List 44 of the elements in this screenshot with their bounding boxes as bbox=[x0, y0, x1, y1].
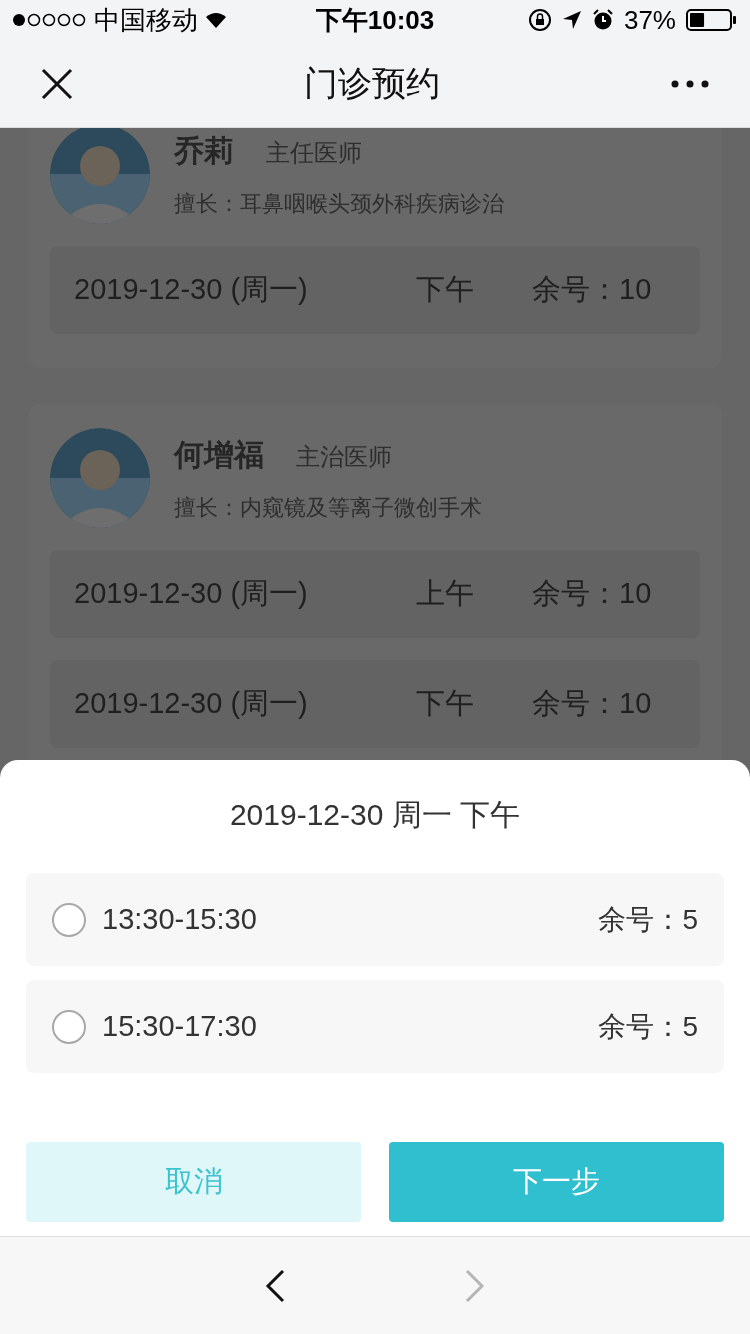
sheet-heading: 2019-12-30 周一 下午 bbox=[229, 797, 521, 833]
slot-date: 2019-12-30 (周一) bbox=[74, 272, 309, 308]
close-button[interactable] bbox=[40, 66, 74, 101]
schedule-row[interactable]: 2019-12-30 (周一) 下午 余号：10 bbox=[50, 660, 700, 748]
time-range: 13:30-15:30 bbox=[102, 901, 258, 937]
cancel-button[interactable]: 取消 bbox=[26, 1142, 361, 1222]
slot-date: 2019-12-30 (周一) bbox=[74, 576, 309, 612]
next-step-button[interactable]: 下一步 bbox=[389, 1142, 724, 1222]
doctor-specialty: 擅长：耳鼻咽喉头颈外科疾病诊治 bbox=[174, 190, 504, 218]
close-icon bbox=[41, 67, 73, 100]
battery-percent: 37% bbox=[623, 3, 676, 37]
time-option[interactable]: 15:30-17:30 余号：5 bbox=[26, 980, 724, 1073]
slot-remaining: 余号：10 bbox=[532, 272, 652, 308]
location-arrow-icon bbox=[561, 10, 582, 30]
wifi-icon bbox=[204, 11, 228, 29]
battery-icon bbox=[686, 8, 738, 32]
doctor-name: 何增福 bbox=[174, 437, 264, 473]
doctor-title: 主治医师 bbox=[296, 442, 392, 472]
schedule-row[interactable]: 2019-12-30 (周一) 下午 余号：10 bbox=[50, 246, 700, 334]
doctor-title: 主任医师 bbox=[266, 138, 362, 168]
slot-remaining: 余号：10 bbox=[532, 686, 652, 722]
schedule-row[interactable]: 2019-12-30 (周一) 上午 余号：10 bbox=[50, 550, 700, 638]
doctor-specialty: 擅长：内窥镜及等离子微创手术 bbox=[174, 494, 482, 522]
chevron-left-icon bbox=[265, 1268, 285, 1303]
chevron-right-icon bbox=[465, 1268, 485, 1303]
rotation-lock-icon bbox=[527, 8, 552, 32]
slot-date: 2019-12-30 (周一) bbox=[74, 686, 309, 722]
remaining-count: 余号：5 bbox=[598, 1009, 698, 1044]
radio-button[interactable] bbox=[52, 902, 86, 937]
carrier-name: 中国移动 bbox=[94, 3, 198, 37]
slot-remaining: 余号：10 bbox=[532, 576, 652, 612]
time-range: 15:30-17:30 bbox=[102, 1008, 258, 1044]
slot-period: 上午 bbox=[416, 576, 475, 612]
status-time: 下午10:03 bbox=[315, 3, 435, 37]
signal-icon bbox=[12, 12, 88, 28]
doctor-name: 乔莉 bbox=[174, 133, 234, 169]
radio-button[interactable] bbox=[52, 1009, 86, 1044]
time-option[interactable]: 13:30-15:30 余号：5 bbox=[26, 873, 724, 966]
remaining-count: 余号：5 bbox=[598, 902, 698, 937]
alarm-icon bbox=[591, 9, 614, 31]
more-icon bbox=[671, 79, 709, 88]
slot-period: 下午 bbox=[416, 686, 475, 722]
slot-period: 下午 bbox=[416, 272, 475, 308]
page-title: 门诊预约 bbox=[304, 63, 440, 104]
